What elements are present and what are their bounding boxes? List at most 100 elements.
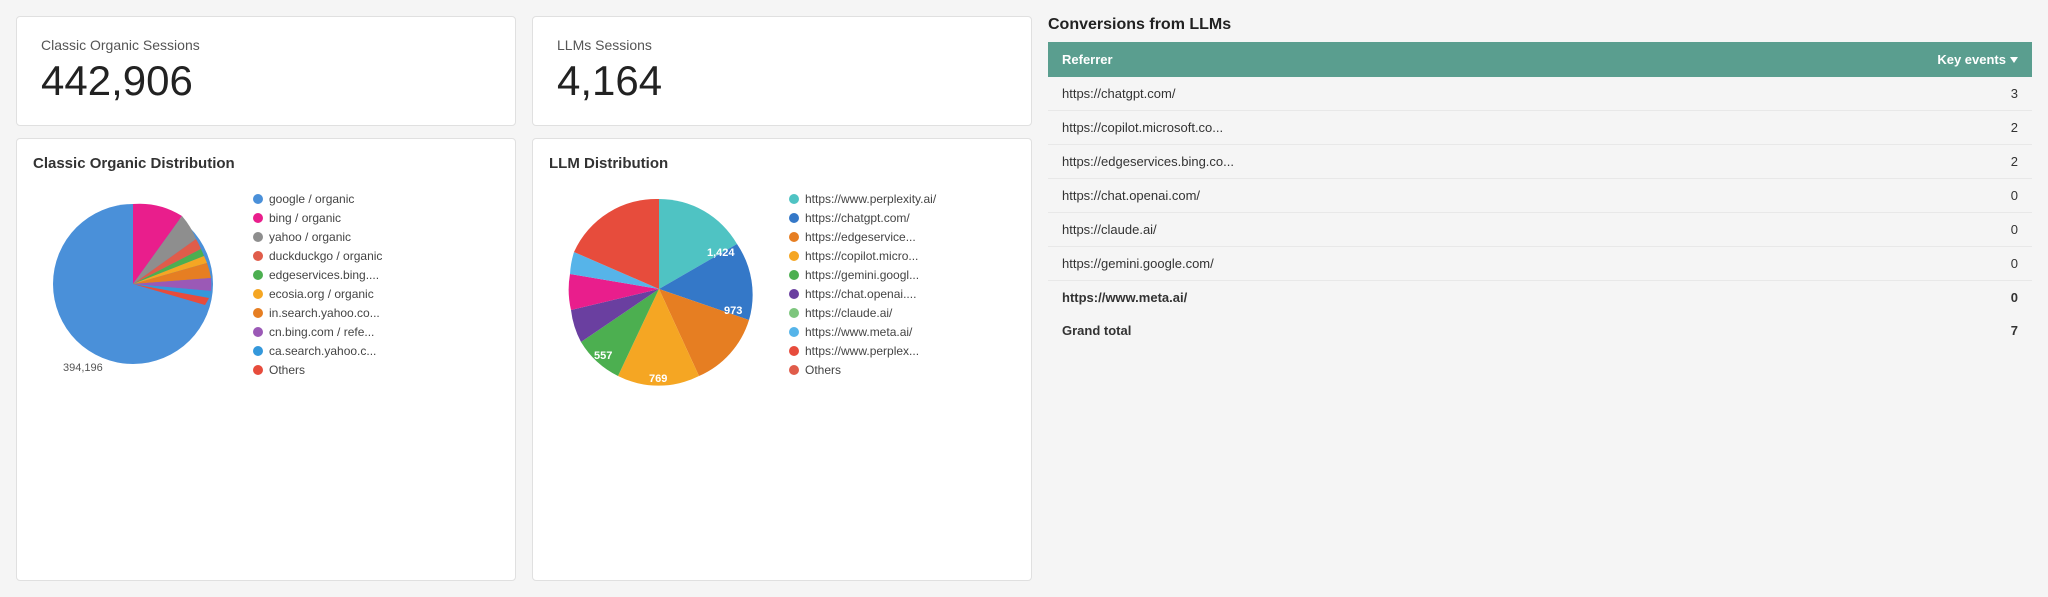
- svg-text:973: 973: [724, 305, 742, 317]
- legend-dot: [253, 213, 263, 223]
- legend-item: https://edgeservice...: [789, 230, 936, 244]
- table-row: https://edgeservices.bing.co...2: [1048, 145, 2032, 179]
- legend-label: cn.bing.com / refe...: [269, 325, 374, 339]
- classic-organic-stat-card: Classic Organic Sessions 442,906: [16, 16, 516, 126]
- legend-label: Others: [805, 363, 841, 377]
- classic-chart-title: Classic Organic Distribution: [33, 155, 499, 172]
- key-events-header[interactable]: Key events: [1686, 42, 2032, 77]
- legend-item: https://gemini.googl...: [789, 268, 936, 282]
- classic-organic-value: 442,906: [41, 57, 491, 105]
- llm-sessions-value: 4,164: [557, 57, 1007, 105]
- legend-item: cn.bing.com / refe...: [253, 325, 382, 339]
- legend-dot: [789, 308, 799, 318]
- legend-dot: [789, 251, 799, 261]
- legend-label: ecosia.org / organic: [269, 287, 374, 301]
- legend-label: https://www.meta.ai/: [805, 325, 912, 339]
- table-row: https://chat.openai.com/0: [1048, 179, 2032, 213]
- legend-dot: [789, 232, 799, 242]
- conversions-title: Conversions from LLMs: [1048, 16, 2032, 34]
- legend-dot: [789, 289, 799, 299]
- legend-dot: [789, 194, 799, 204]
- legend-dot: [789, 365, 799, 375]
- classic-chart-legend: google / organic bing / organic yahoo / or…: [253, 192, 382, 377]
- legend-label: https://www.perplexity.ai/: [805, 192, 936, 206]
- table-row: https://www.meta.ai/0: [1048, 281, 2032, 315]
- legend-item: https://www.perplexity.ai/: [789, 192, 936, 206]
- legend-label: google / organic: [269, 192, 354, 206]
- llm-sessions-label: LLMs Sessions: [557, 37, 1007, 53]
- legend-item: https://chatgpt.com/: [789, 211, 936, 225]
- legend-item: bing / organic: [253, 211, 382, 225]
- events-cell: 0: [1686, 213, 2032, 247]
- sort-arrow-icon: [2010, 57, 2018, 63]
- legend-item: edgeservices.bing....: [253, 268, 382, 282]
- llm-sessions-stat-card: LLMs Sessions 4,164: [532, 16, 1032, 126]
- legend-dot: [253, 308, 263, 318]
- legend-dot: [789, 213, 799, 223]
- llm-chart-legend: https://www.perplexity.ai/https://chatgp…: [789, 192, 936, 377]
- llm-chart-title: LLM Distribution: [549, 155, 1015, 172]
- legend-item: duckduckgo / organic: [253, 249, 382, 263]
- events-cell: 2: [1686, 111, 2032, 145]
- legend-label: https://gemini.googl...: [805, 268, 919, 282]
- llm-chart-card: LLM Distribution: [532, 138, 1032, 581]
- legend-dot: [253, 251, 263, 261]
- legend-label: https://chat.openai....: [805, 287, 916, 301]
- legend-dot: [253, 232, 263, 242]
- events-cell: 0: [1686, 281, 2032, 315]
- legend-label: https://copilot.micro...: [805, 249, 918, 263]
- legend-item: https://claude.ai/: [789, 306, 936, 320]
- svg-text:1,424: 1,424: [707, 247, 735, 259]
- legend-item: Others: [253, 363, 382, 377]
- legend-label: duckduckgo / organic: [269, 249, 382, 263]
- legend-label: in.search.yahoo.co...: [269, 306, 380, 320]
- grand-total-label: Grand total: [1048, 314, 1686, 347]
- legend-dot: [253, 194, 263, 204]
- referrer-cell: https://www.meta.ai/: [1048, 281, 1686, 315]
- legend-dot: [253, 270, 263, 280]
- legend-item: https://copilot.micro...: [789, 249, 936, 263]
- referrer-cell: https://edgeservices.bing.co...: [1048, 145, 1686, 179]
- legend-dot: [253, 289, 263, 299]
- events-cell: 0: [1686, 247, 2032, 281]
- legend-dot: [789, 327, 799, 337]
- events-cell: 3: [1686, 77, 2032, 111]
- legend-label: https://claude.ai/: [805, 306, 892, 320]
- classic-organic-label: Classic Organic Sessions: [41, 37, 491, 53]
- classic-chart-area: 394,196 google / organic bing / organic ya…: [33, 184, 499, 384]
- llm-pie-chart: 1,424 973 769 557: [549, 184, 769, 384]
- legend-item: https://chat.openai....: [789, 287, 936, 301]
- legend-label: bing / organic: [269, 211, 341, 225]
- legend-item: yahoo / organic: [253, 230, 382, 244]
- legend-item: Others: [789, 363, 936, 377]
- events-cell: 2: [1686, 145, 2032, 179]
- legend-item: ecosia.org / organic: [253, 287, 382, 301]
- conversions-panel: Conversions from LLMs Referrer Key event…: [1048, 16, 2032, 581]
- legend-item: ca.search.yahoo.c...: [253, 344, 382, 358]
- legend-dot: [253, 327, 263, 337]
- table-row: https://copilot.microsoft.co...2: [1048, 111, 2032, 145]
- classic-pie-label: 394,196: [63, 362, 103, 374]
- legend-label: edgeservices.bing....: [269, 268, 379, 282]
- referrer-cell: https://gemini.google.com/: [1048, 247, 1686, 281]
- legend-label: https://edgeservice...: [805, 230, 916, 244]
- events-cell: 0: [1686, 179, 2032, 213]
- grand-total-value: 7: [1686, 314, 2032, 347]
- legend-label: https://www.perplex...: [805, 344, 919, 358]
- table-row: https://gemini.google.com/0: [1048, 247, 2032, 281]
- legend-label: https://chatgpt.com/: [805, 211, 910, 225]
- legend-label: Others: [269, 363, 305, 377]
- classic-organic-chart-card: Classic Organic Distribution: [16, 138, 516, 581]
- legend-item: https://www.perplex...: [789, 344, 936, 358]
- referrer-cell: https://copilot.microsoft.co...: [1048, 111, 1686, 145]
- svg-text:557: 557: [594, 350, 612, 362]
- referrer-cell: https://claude.ai/: [1048, 213, 1686, 247]
- referrer-cell: https://chatgpt.com/: [1048, 77, 1686, 111]
- referrer-cell: https://chat.openai.com/: [1048, 179, 1686, 213]
- referrer-header: Referrer: [1048, 42, 1686, 77]
- legend-dot: [253, 365, 263, 375]
- legend-dot: [789, 270, 799, 280]
- table-row: https://chatgpt.com/3: [1048, 77, 2032, 111]
- legend-item: google / organic: [253, 192, 382, 206]
- legend-dot: [253, 346, 263, 356]
